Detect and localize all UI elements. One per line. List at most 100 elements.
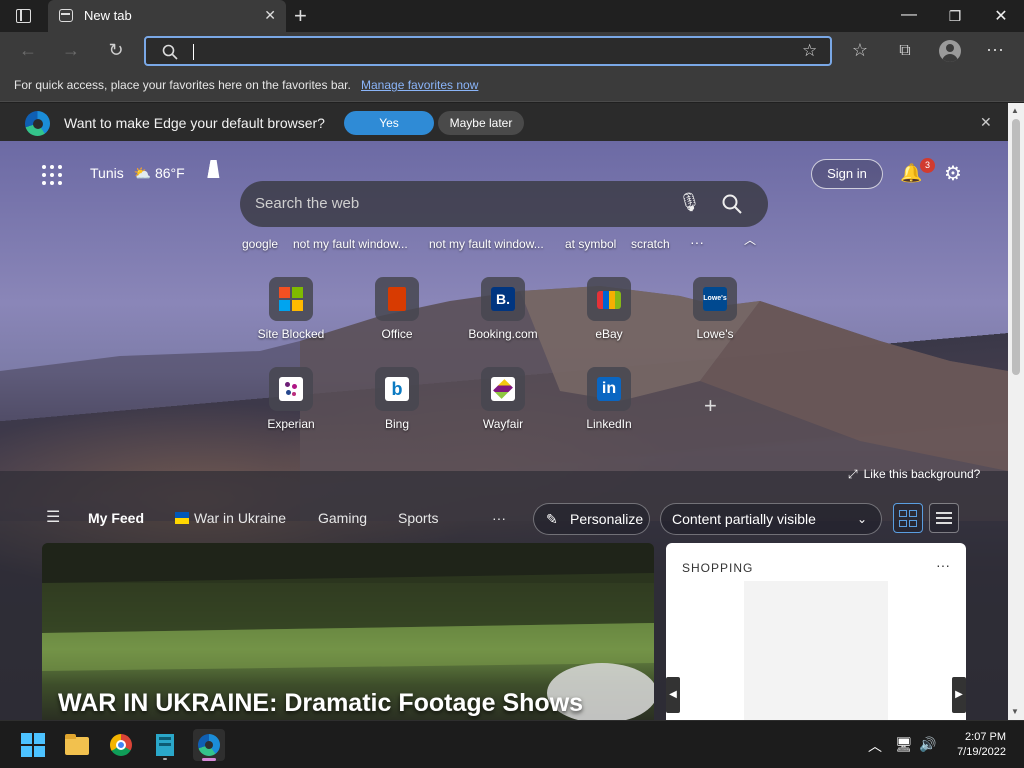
profile-avatar-icon[interactable] — [939, 40, 961, 62]
news-headline: WAR IN UKRAINE: Dramatic Footage Shows — [58, 689, 584, 717]
sign-in-button[interactable]: Sign in — [811, 159, 883, 189]
manage-favorites-link[interactable]: Manage favorites now — [361, 78, 478, 92]
scroll-up-icon[interactable]: ▲ — [1011, 106, 1019, 115]
chevron-down-icon: ⌄ — [857, 512, 868, 526]
add-quick-link-icon[interactable]: + — [704, 393, 717, 419]
new-tab-page: Tunis ⛅ 86°F Sign in 🔔 3 ⚙ Search the we… — [0, 141, 1008, 720]
microphone-icon[interactable]: 🎙 — [678, 192, 701, 213]
quick-link-label: LinkedIn — [586, 417, 632, 431]
quick-link-tile[interactable]: eBay — [559, 277, 659, 357]
content-visibility-dropdown[interactable]: Content partially visible ⌄ — [660, 503, 882, 535]
trending-search-item[interactable]: not my fault window... — [293, 237, 408, 251]
network-icon[interactable]: 🖥 — [895, 736, 913, 753]
search-submit-icon[interactable] — [722, 194, 742, 214]
show-hidden-icons-chevron[interactable]: ︿ — [868, 736, 882, 756]
quick-link-label: Booking.com — [468, 327, 538, 341]
pencil-icon: ✎ — [546, 511, 558, 527]
address-input[interactable] — [190, 42, 790, 60]
favorites-icon[interactable]: ☆ — [847, 40, 873, 61]
tab-my-feed[interactable]: My Feed — [88, 510, 144, 526]
ebay-bag-icon — [587, 277, 631, 321]
search-icon — [162, 44, 178, 60]
new-tab-icon — [59, 9, 73, 22]
list-view-icon[interactable] — [929, 503, 959, 533]
forward-icon[interactable]: → — [58, 40, 84, 61]
partly-sunny-icon: ⛅ — [133, 165, 152, 181]
minimize-icon[interactable]: — — [894, 6, 924, 24]
quick-link-tile[interactable]: Wayfair — [453, 367, 553, 447]
browser-window: New tab ✕ + — ❐ ✕ ← → ↻ ☆ ☆ ⧉ ⋯ For quic… — [0, 0, 1024, 768]
like-background-label: Like this background? — [863, 467, 981, 481]
collections-icon[interactable]: ⧉ — [892, 42, 918, 60]
navigation-bar: ← → ↻ ☆ ☆ ⧉ ⋯ — [0, 32, 1024, 70]
quick-link-tile[interactable]: b Bing — [347, 367, 447, 447]
lowes-logo-icon: Lowe's — [693, 277, 737, 321]
quick-link-tile[interactable]: Office — [347, 277, 447, 357]
apps-launcher-icon[interactable] — [42, 165, 62, 185]
scroll-down-icon[interactable]: ▼ — [1011, 707, 1019, 716]
shopping-more-button[interactable]: ··· — [936, 557, 950, 573]
tab-sports[interactable]: Sports — [398, 510, 438, 526]
trending-search-item[interactable]: at symbol — [565, 237, 616, 251]
trending-search-item[interactable]: scratch — [631, 237, 670, 251]
back-icon[interactable]: ← — [15, 40, 41, 61]
address-bar[interactable]: ☆ — [144, 36, 832, 66]
default-browser-infobar: Want to make Edge your default browser? … — [0, 103, 1008, 141]
quick-link-label: Site Blocked — [257, 327, 325, 341]
tab-gaming[interactable]: Gaming — [318, 510, 367, 526]
collapse-chevron-icon[interactable]: ︿ — [744, 231, 756, 248]
web-search-box[interactable]: Search the web 🎙 — [240, 181, 768, 227]
trending-search-item[interactable]: google — [242, 237, 278, 251]
quick-link-label: Wayfair — [482, 417, 524, 431]
carousel-prev-icon[interactable]: ◀ — [666, 677, 680, 713]
scrollbar-thumb[interactable] — [1012, 119, 1020, 375]
tab-war-in-ukraine[interactable]: War in Ukraine — [175, 510, 286, 526]
add-favorite-star-icon[interactable]: ☆ — [802, 41, 817, 61]
start-windows-icon[interactable] — [17, 729, 49, 761]
quick-link-tile[interactable]: Lowe's Lowe's — [665, 277, 765, 357]
personalize-button[interactable]: ✎ Personalize — [533, 503, 650, 535]
carousel-next-icon[interactable]: ▶ — [952, 677, 966, 713]
weather-temperature: 86°F — [154, 165, 185, 181]
quick-link-tile[interactable]: Experian — [241, 367, 341, 447]
wayfair-logo-icon — [481, 367, 525, 411]
refresh-icon[interactable]: ↻ — [103, 40, 129, 61]
feed-more-button[interactable]: ··· — [492, 510, 506, 526]
quick-link-label: Office — [381, 327, 413, 341]
linkedin-logo-icon: in — [587, 367, 631, 411]
system-clock[interactable]: 2:07 PM 7/19/2022 — [950, 730, 1006, 760]
weather-widget[interactable]: Tunis ⛅ 86°F — [90, 165, 185, 182]
like-background-button[interactable]: ⤢ Like this background? — [848, 467, 980, 482]
quick-link-tile[interactable]: B. Booking.com — [453, 277, 553, 357]
personalize-label: Personalize — [570, 511, 644, 527]
restore-icon[interactable]: ❐ — [940, 8, 970, 25]
volume-icon[interactable]: 🔊 — [919, 736, 936, 753]
quick-link-tile[interactable]: in LinkedIn — [559, 367, 659, 447]
bing-logo-icon: b — [375, 367, 419, 411]
chrome-icon[interactable] — [105, 729, 137, 761]
experian-logo-icon — [269, 367, 313, 411]
page-settings-gear-icon[interactable]: ⚙ — [944, 161, 962, 186]
maybe-later-button[interactable]: Maybe later — [438, 111, 524, 135]
content-visibility-value: Content partially visible — [672, 511, 816, 527]
close-window-icon[interactable]: ✕ — [986, 6, 1016, 26]
feed-menu-icon[interactable]: ☰ — [46, 507, 60, 527]
grid-view-icon[interactable] — [893, 503, 923, 533]
new-tab-plus-icon[interactable]: + — [294, 3, 307, 29]
tab-actions-icon[interactable] — [16, 9, 31, 23]
app-building-icon[interactable] — [149, 729, 181, 761]
tab-new-tab[interactable]: New tab ✕ — [48, 0, 286, 32]
news-card[interactable]: WAR IN UKRAINE: Dramatic Footage Shows — [42, 543, 654, 720]
yes-button[interactable]: Yes — [344, 111, 434, 135]
edge-taskbar-icon[interactable] — [193, 729, 225, 761]
expand-icon: ⤢ — [848, 467, 858, 481]
close-infobar-icon[interactable]: ✕ — [980, 114, 992, 131]
file-explorer-icon[interactable] — [61, 729, 93, 761]
vertical-scrollbar[interactable]: ▲ ▼ — [1008, 103, 1024, 720]
trending-search-item[interactable]: not my fault window... — [429, 237, 544, 251]
shopping-card[interactable]: SHOPPING ··· ◀ ▶ — [666, 543, 966, 720]
close-tab-icon[interactable]: ✕ — [264, 7, 276, 24]
quick-link-tile[interactable]: Site Blocked — [241, 277, 341, 357]
settings-more-icon[interactable]: ⋯ — [982, 40, 1008, 61]
trending-more-button[interactable]: ··· — [690, 234, 704, 250]
